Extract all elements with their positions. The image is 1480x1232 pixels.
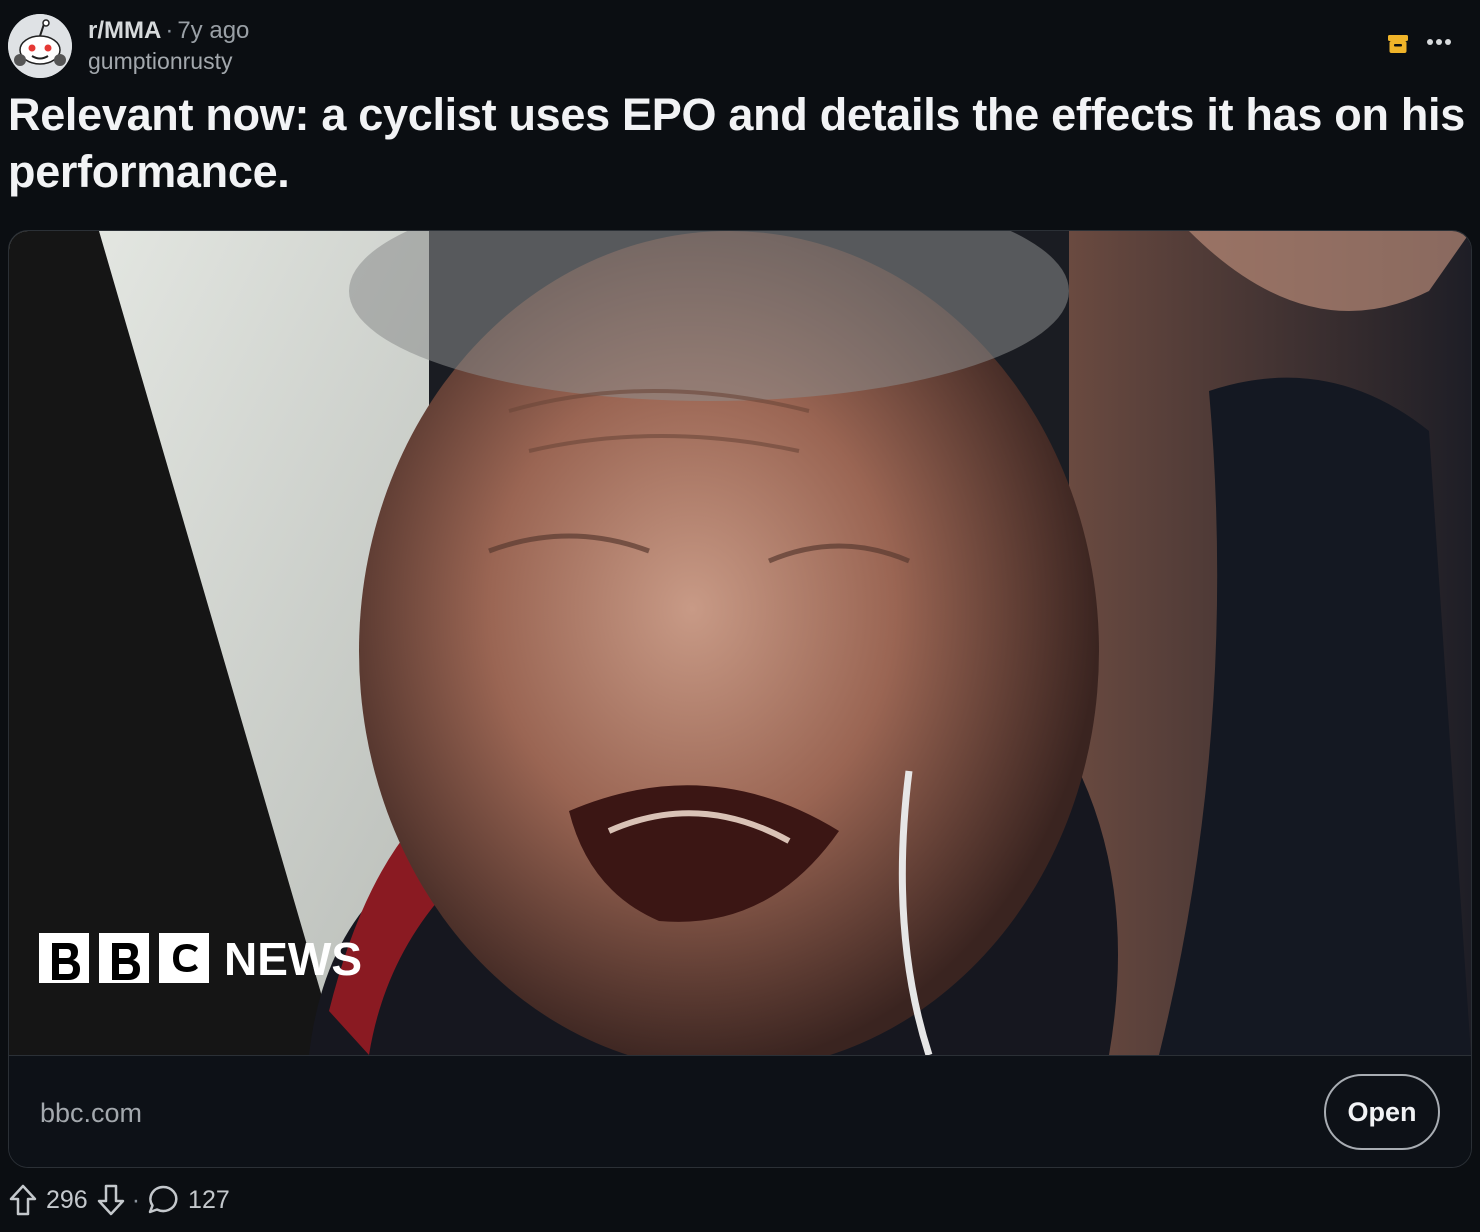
upvote-icon[interactable] xyxy=(8,1183,38,1217)
link-card-footer: bbc.com Open xyxy=(9,1055,1471,1167)
comment-icon[interactable] xyxy=(146,1183,180,1217)
post-age: 7y ago xyxy=(177,17,250,44)
link-thumbnail[interactable]: NEWS xyxy=(9,231,1471,1071)
link-domain: bbc.com xyxy=(40,1098,143,1128)
bbc-news-logo: NEWS xyxy=(39,933,362,985)
post-title[interactable]: Relevant now: a cyclist uses EPO and det… xyxy=(8,86,1468,200)
author-link[interactable]: gumptionrusty xyxy=(88,48,249,75)
more-options-icon[interactable] xyxy=(1424,32,1454,52)
subreddit-link[interactable]: r/MMA xyxy=(88,17,161,44)
meta-separator: · xyxy=(165,17,174,44)
downvote-icon[interactable] xyxy=(96,1183,126,1217)
vote-count: 296 xyxy=(46,1185,88,1214)
bbc-news-logo-text: NEWS xyxy=(224,933,362,985)
subreddit-avatar[interactable] xyxy=(8,14,72,78)
open-link-button[interactable]: Open xyxy=(1324,1074,1440,1150)
comment-count[interactable]: 127 xyxy=(188,1186,230,1215)
post-header: r/MMA · 7y ago gumptionrusty xyxy=(8,12,1480,82)
post-meta: r/MMA · 7y ago gumptionrusty xyxy=(88,16,249,75)
snoo-icon xyxy=(8,14,72,78)
actions-separator: · xyxy=(131,1185,141,1214)
link-preview-card[interactable]: NEWS bbc.com Open xyxy=(8,230,1472,1168)
archive-icon[interactable] xyxy=(1386,32,1410,56)
post-actions: 296 · 127 xyxy=(8,1178,238,1222)
